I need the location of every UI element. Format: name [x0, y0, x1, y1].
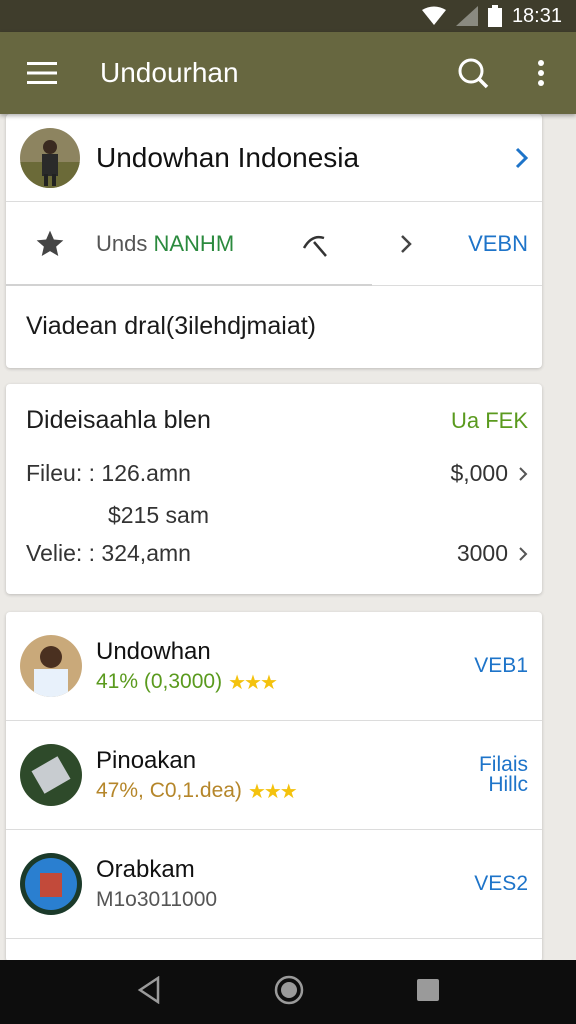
item-thumbnail [20, 635, 82, 697]
details-card: Dideisaahla blen Ua FEK Fileu: : 126.amn… [6, 384, 542, 594]
detail-row[interactable]: Fileu: : 126.amn $,000 [26, 460, 528, 487]
item-link[interactable]: VES2 [474, 873, 528, 894]
recents-button[interactable] [416, 978, 440, 1007]
note-text: Viadean dral(3ilehdjmaiat) [26, 311, 316, 340]
chevron-right-icon [515, 147, 529, 168]
action-row: Unds NANHM VEBN [6, 202, 542, 286]
menu-button[interactable] [0, 32, 84, 114]
favorite-button[interactable] [20, 228, 80, 260]
detail-value: $,000 [450, 460, 508, 486]
item-link[interactable]: Filais Hillc [479, 754, 528, 795]
battery-icon [487, 5, 502, 27]
back-button[interactable] [136, 975, 162, 1009]
more-vert-icon [538, 60, 544, 86]
pickaxe-icon [302, 235, 327, 257]
rating-stars: ★★★ [247, 780, 298, 803]
detail-label: $215 sam [108, 502, 210, 528]
tab-indicator [6, 284, 372, 286]
item-link[interactable]: VEB1 [474, 655, 528, 676]
search-button[interactable] [440, 32, 506, 114]
list-item[interactable]: Orabkam M1o3011000 VES2 [6, 830, 542, 939]
rating-stars: ★★★ [228, 671, 278, 694]
detail-label: Fileu: : 126.amn [26, 460, 191, 486]
status-bar: 18:31 [0, 0, 576, 32]
list-item[interactable]: Undowhan 41% (0,3000) ★★★ VEB1 [6, 612, 542, 721]
profile-name: Undowhan Indonesia [96, 141, 360, 173]
details-title: Dideisaahla blen [26, 406, 211, 434]
signal-icon [455, 6, 478, 26]
detail-row[interactable]: Velie: : 324,amn 3000 [26, 540, 528, 567]
item-title: Pinoakan [96, 746, 197, 774]
item-title: Undowhan [96, 637, 211, 665]
back-icon [137, 975, 160, 1004]
list-card: Undowhan 41% (0,3000) ★★★ VEB1 Pinoakan 4… [6, 612, 542, 962]
star-icon [36, 230, 64, 256]
recents-icon [417, 978, 439, 1001]
list-item[interactable]: Pinoakan 47%, C0,1.dea) ★★★ Filais Hillc [6, 721, 542, 830]
details-tag[interactable]: Ua FEK [451, 408, 528, 434]
chevron-right-icon [519, 546, 528, 561]
profile-row[interactable]: Undowhan Indonesia [6, 114, 542, 202]
item-subtitle: M1o3011000 [96, 888, 218, 911]
app-title: Undourhan [100, 57, 239, 88]
next-button[interactable] [376, 234, 436, 254]
menu-icon [27, 62, 57, 84]
wifi-icon [421, 6, 446, 25]
detail-row: $215 sam [108, 502, 528, 529]
profile-open-button[interactable] [502, 147, 542, 169]
detail-value: 3000 [456, 540, 508, 566]
nav-bar [0, 960, 576, 1024]
item-subtitle: 41% (0,3000) [96, 670, 223, 693]
item-subtitle: 47%, C0,1.dea) [96, 779, 242, 802]
pick-button[interactable] [286, 230, 346, 258]
more-options-button[interactable] [506, 32, 576, 114]
home-button[interactable] [274, 975, 304, 1010]
action-link[interactable]: VEBN [468, 231, 528, 257]
profile-card: Undowhan Indonesia Unds NANHM VEBN Viade… [6, 114, 542, 368]
chevron-right-icon [401, 234, 412, 253]
avatar [20, 127, 80, 188]
home-icon [274, 975, 304, 1004]
detail-label: Velie: : 324,amn [26, 540, 191, 566]
search-icon [458, 58, 489, 89]
status-time: 18:31 [511, 4, 562, 27]
app-bar: Undourhan [0, 32, 576, 114]
action-label: Unds NANHM [96, 230, 235, 256]
item-thumbnail [20, 744, 82, 806]
item-title: Orabkam [96, 856, 195, 883]
chevron-right-icon [519, 466, 528, 481]
item-thumbnail [20, 853, 82, 915]
